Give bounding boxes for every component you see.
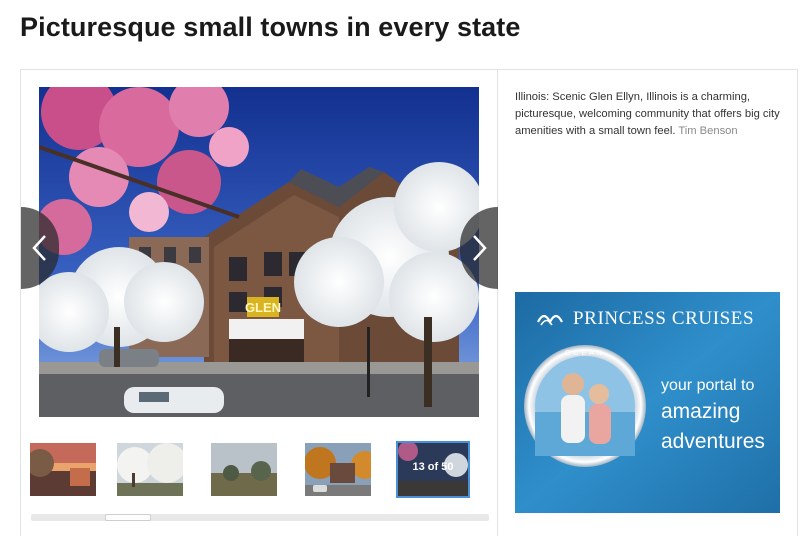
chevron-left-icon (32, 235, 46, 261)
thumbnail-2[interactable] (117, 443, 183, 496)
ad-headline-2: amazing (661, 400, 741, 423)
main-photo: GLEN (39, 87, 479, 417)
slide-caption: Illinois: Scenic Glen Ellyn, Illinois is… (515, 89, 785, 140)
thumbnail-3[interactable] (211, 443, 277, 496)
thumbnail-5-active[interactable]: 13 of 50 (396, 441, 470, 498)
thumbnail-scrollbar-thumb[interactable] (105, 514, 151, 521)
chevron-right-icon (473, 235, 487, 261)
wave-logo-icon (537, 314, 563, 326)
photo-credit: Tim Benson (678, 125, 738, 137)
slide-counter: 13 of 50 (412, 461, 454, 473)
page-title: Picturesque small towns in every state (20, 12, 521, 42)
thumbnail-4[interactable] (305, 443, 371, 496)
ad-brand-logo: PRINCESS CRUISES (537, 308, 754, 330)
ad-badge-text: OCEAN (565, 350, 605, 357)
ad-brand-name: PRINCESS CRUISES (573, 308, 755, 329)
marquee-sign-text: GLEN (245, 300, 281, 315)
ad-headline-1: your portal to (661, 377, 755, 394)
thumbnail-scrollbar[interactable] (31, 514, 489, 521)
caption-text: Illinois: Scenic Glen Ellyn, Illinois is… (515, 91, 780, 137)
princess-cruises-ad[interactable]: OCEAN PRINCESS CRUISES your portal to am… (515, 292, 780, 513)
panel-divider (497, 70, 498, 536)
thumbnail-1[interactable] (30, 443, 96, 496)
ad-headline-3: adventures (661, 430, 765, 453)
